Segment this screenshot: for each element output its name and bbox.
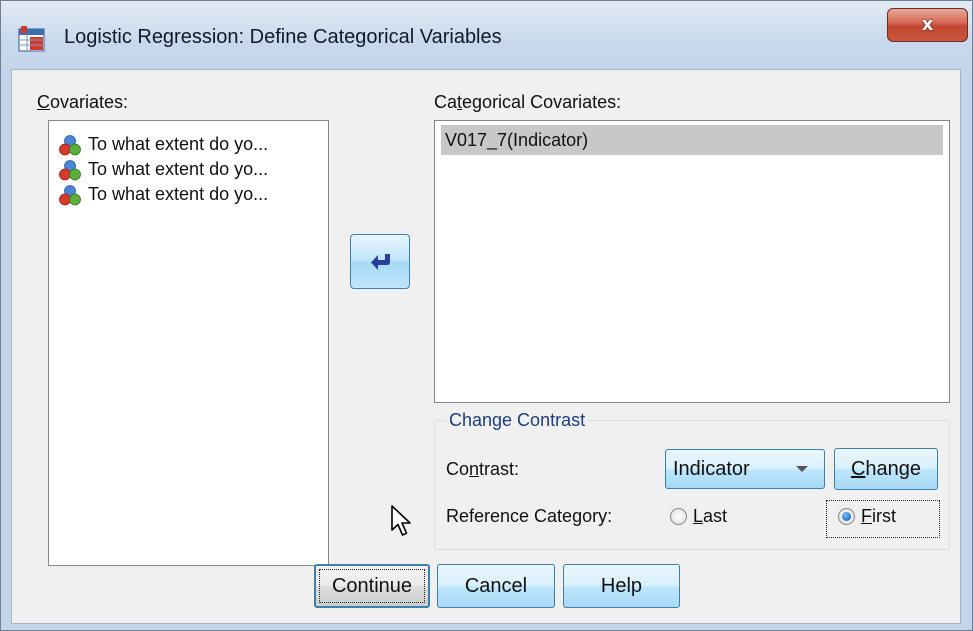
chevron-down-icon	[796, 466, 808, 472]
dialog-window: Logistic Regression: Define Categorical …	[0, 0, 973, 631]
contrast-label: Contrast:	[446, 459, 520, 479]
continue-focus-rect	[319, 569, 425, 603]
categorical-covariates-list[interactable]: V017_7(Indicator)	[434, 120, 950, 403]
window-title: Logistic Regression: Define Categorical …	[64, 26, 502, 48]
close-icon: x	[921, 14, 934, 35]
list-item-selected[interactable]: V017_7(Indicator)	[441, 125, 943, 155]
scale-variable-icon	[59, 185, 81, 206]
categorical-covariates-label: Categorical Covariates:	[434, 92, 622, 112]
list-item-label: To what extent do yo...	[88, 184, 269, 204]
scale-variable-icon	[59, 135, 81, 156]
move-variable-button[interactable]	[350, 234, 410, 289]
dialog-body: Covariates: To what extent do yo... To w…	[11, 69, 961, 624]
reference-category-label: Reference Category:	[446, 506, 613, 526]
cancel-button[interactable]: Cancel	[437, 564, 555, 608]
covariates-label: Covariates:	[37, 92, 129, 112]
arrow-left-icon	[371, 254, 390, 270]
title-bar[interactable]: Logistic Regression: Define Categorical …	[1, 1, 972, 69]
continue-button[interactable]: Continue	[314, 564, 430, 608]
help-button[interactable]: Help	[563, 564, 680, 608]
change-contrast-title: Change Contrast	[446, 410, 589, 431]
last-radio-label[interactable]: Last	[693, 506, 727, 527]
first-radio[interactable]	[838, 508, 855, 525]
spss-dialog-icon	[18, 26, 45, 52]
last-radio[interactable]	[670, 508, 687, 525]
mouse-pointer-icon	[391, 505, 411, 536]
scale-variable-icon	[59, 160, 81, 181]
list-item-label: To what extent do yo...	[88, 134, 269, 154]
covariates-list[interactable]: To what extent do yo... To what extent d…	[48, 120, 329, 566]
first-radio-label[interactable]: First	[861, 506, 896, 527]
contrast-select-value: Indicator	[673, 458, 750, 480]
list-item-label: To what extent do yo...	[88, 159, 269, 179]
change-button[interactable]: Change	[834, 448, 938, 490]
close-button[interactable]: x	[887, 8, 968, 42]
contrast-select[interactable]: Indicator	[665, 449, 825, 489]
